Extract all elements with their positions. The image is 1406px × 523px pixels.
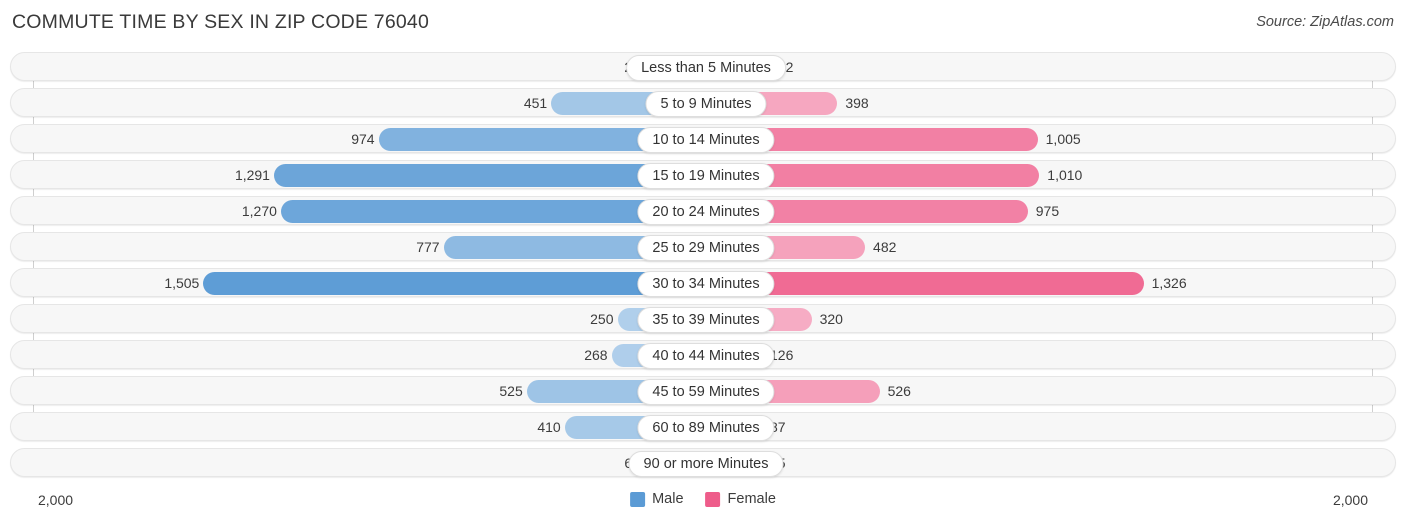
category-label-pill[interactable]: 10 to 14 Minutes [637,126,775,153]
category-label-pill[interactable]: 25 to 29 Minutes [637,234,775,261]
category-label-pill[interactable]: 35 to 39 Minutes [637,306,775,333]
value-label-female: 1,326 [1151,275,1187,291]
category-label-pill[interactable]: 15 to 19 Minutes [637,162,775,189]
table-row[interactable]: 451 398 5 to 9 Minutes [10,88,1396,117]
row-inner: 525 526 45 to 59 Minutes [11,377,1395,405]
chart-root: COMMUTE TIME BY SEX IN ZIP CODE 76040 So… [0,0,1406,523]
table-row[interactable]: 1,291 1,010 15 to 19 Minutes [10,160,1396,189]
legend-label-female: Female [727,491,776,507]
axis-label-right-max: 2,000 [1332,492,1368,508]
value-label-male: 1,505 [164,275,200,291]
value-label-male: 974 [351,131,375,147]
value-label-female: 526 [887,383,911,399]
table-row[interactable]: 1,505 1,326 30 to 34 Minutes [10,268,1396,297]
row-inner: 23132Less than 5 Minutes [11,53,1395,81]
table-row[interactable]: 268 126 40 to 44 Minutes [10,340,1396,369]
row-inner: 410 87 60 to 89 Minutes [11,413,1395,441]
source-attribution: Source: ZipAtlas.com [1256,14,1394,30]
row-inner: 1,270 975 20 to 24 Minutes [11,197,1395,225]
value-label-female: 975 [1035,203,1060,219]
legend-item-male[interactable]: Male [630,491,684,507]
value-label-male: 777 [416,239,440,255]
category-label-pill[interactable]: 30 to 34 Minutes [637,270,775,297]
value-label-male: 1,291 [234,167,270,183]
table-row[interactable]: 525 526 45 to 59 Minutes [10,376,1396,405]
legend-swatch-female-icon [705,491,721,507]
legend-swatch-male-icon [630,491,646,507]
value-label-male: 250 [590,311,614,327]
axis-label-left-max: 2,000 [38,492,74,508]
table-row[interactable]: 23132Less than 5 Minutes [10,52,1396,81]
legend-item-female[interactable]: Female [705,491,776,507]
value-label-male: 1,270 [241,203,277,219]
category-label-pill[interactable]: 40 to 44 Minutes [637,342,775,369]
legend-label-male: Male [652,491,684,507]
category-label-pill[interactable]: 60 to 89 Minutes [637,414,775,441]
row-inner: 250 320 35 to 39 Minutes [11,305,1395,333]
row-inner: 1,291 1,010 15 to 19 Minutes [11,161,1395,189]
bar-male[interactable] [203,272,700,295]
value-label-male: 268 [584,347,608,363]
row-inner: 974 1,005 10 to 14 Minutes [11,125,1395,153]
value-label-female: 320 [819,311,843,327]
row-inner: 268 126 40 to 44 Minutes [11,341,1395,369]
category-label-pill[interactable]: 5 to 9 Minutes [645,90,767,117]
category-label-pill[interactable]: 45 to 59 Minutes [637,378,775,405]
value-label-female: 1,005 [1045,131,1081,147]
category-label-pill[interactable]: 20 to 24 Minutes [637,198,775,225]
plot-area: 23132Less than 5 Minutes 451 398 5 to 9 Min… [0,46,1406,483]
table-row[interactable]: 694590 or more Minutes [10,448,1396,477]
value-label-male: 410 [537,419,561,435]
table-row[interactable]: 410 87 60 to 89 Minutes [10,412,1396,441]
row-inner: 777 482 25 to 29 Minutes [11,233,1395,261]
category-label-pill[interactable]: Less than 5 Minutes [626,54,786,81]
row-inner: 1,505 1,326 30 to 34 Minutes [11,269,1395,297]
page-title: COMMUTE TIME BY SEX IN ZIP CODE 76040 [12,11,430,33]
value-label-male: 451 [523,95,548,111]
legend: Male Female [630,491,776,507]
row-inner: 451 398 5 to 9 Minutes [11,89,1395,117]
row-inner: 694590 or more Minutes [11,449,1395,477]
value-label-female: 1,010 [1047,167,1083,183]
table-row[interactable]: 974 1,005 10 to 14 Minutes [10,124,1396,153]
value-label-male: 525 [499,383,523,399]
chart-footer: 2,000 2,000 Male Female [0,483,1406,523]
value-label-female: 398 [845,95,869,111]
table-row[interactable]: 777 482 25 to 29 Minutes [10,232,1396,261]
table-row[interactable]: 250 320 35 to 39 Minutes [10,304,1396,333]
table-row[interactable]: 1,270 975 20 to 24 Minutes [10,196,1396,225]
chart-header: COMMUTE TIME BY SEX IN ZIP CODE 76040 So… [0,0,1406,46]
category-label-pill[interactable]: 90 or more Minutes [628,450,784,477]
value-label-female: 482 [873,239,897,255]
bar-male[interactable] [273,164,700,187]
